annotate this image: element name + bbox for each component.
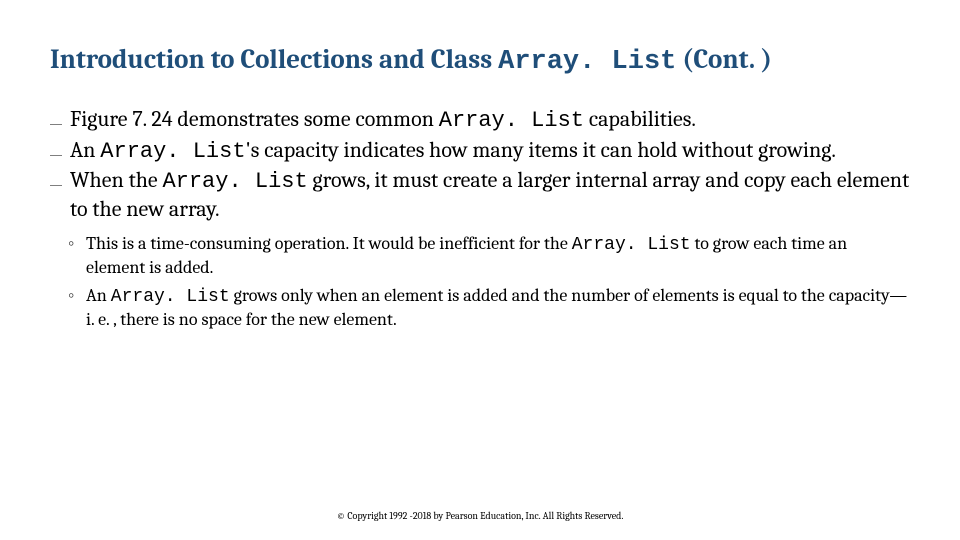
bullet-text-post: capabilities. — [584, 106, 696, 132]
bullet-text-post: 's capacity indicates how many items it … — [246, 137, 836, 163]
sub-bullet-code: Array. List — [572, 235, 691, 255]
bullet-item: An Array. List's capacity indicates how … — [50, 137, 910, 166]
sub-bullet-code: Array. List — [111, 287, 230, 307]
bullet-item: When the Array. List grows, it must crea… — [50, 167, 910, 223]
bullet-item: Figure 7. 24 demonstrates some common Ar… — [50, 106, 910, 135]
title-prefix: Introduction to Collections and Class — [50, 44, 498, 75]
copyright-footer: © Copyright 1992 -2018 by Pearson Educat… — [0, 510, 960, 522]
bullet-text-pre: When the — [70, 167, 162, 193]
sub-bullet-text-pre: An — [86, 285, 111, 306]
slide-title: Introduction to Collections and Class Ar… — [50, 44, 910, 78]
sub-bullet-item: An Array. List grows only when an elemen… — [50, 285, 910, 331]
sub-bullet-item: This is a time-consuming operation. It w… — [50, 233, 910, 279]
bullet-code: Array. List — [100, 139, 245, 164]
sub-bullet-list: This is a time-consuming operation. It w… — [50, 233, 910, 331]
bullet-text-pre: Figure 7. 24 demonstrates some common — [70, 106, 439, 132]
title-code: Array. List — [498, 47, 676, 77]
bullet-code: Array. List — [162, 169, 307, 194]
slide: Introduction to Collections and Class Ar… — [0, 0, 960, 540]
title-suffix: (Cont. ) — [676, 44, 772, 75]
bullet-text-pre: An — [70, 137, 100, 163]
bullet-code: Array. List — [439, 108, 584, 133]
sub-bullet-text-pre: This is a time-consuming operation. It w… — [86, 233, 572, 254]
bullet-list: Figure 7. 24 demonstrates some common Ar… — [50, 106, 910, 331]
